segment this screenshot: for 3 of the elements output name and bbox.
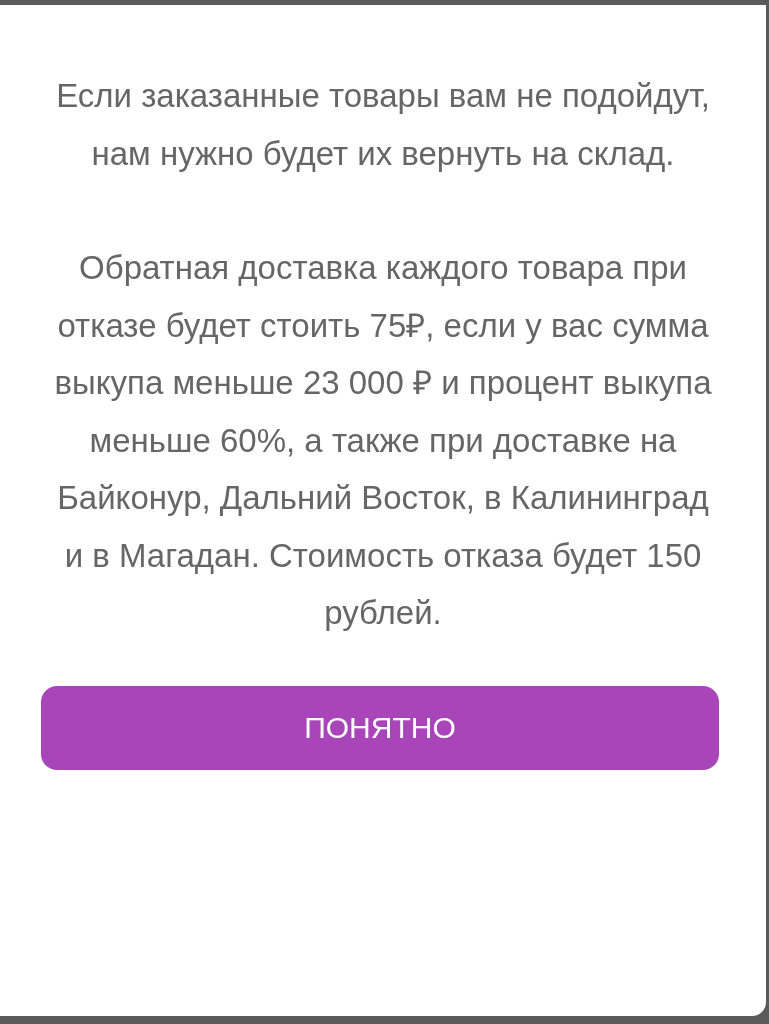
dialog-message: Если заказанные товары вам не подойдут, нам нужно будет их вернуть на склад. (55, 76, 711, 174)
dialog-message: Обратная доставка каждого товара при отказе будет стоить 75₽, если у вас сумма выкупа меньше 23 000 ₽ и процент выкупа меньше 60%, а также при доставке на Байконур, Дальний Восток, в Калининград и в Магадан. Стоимость отказа будет 150 рублей. (53, 248, 713, 633)
ok-button[interactable]: ПОНЯТНО (41, 685, 719, 770)
